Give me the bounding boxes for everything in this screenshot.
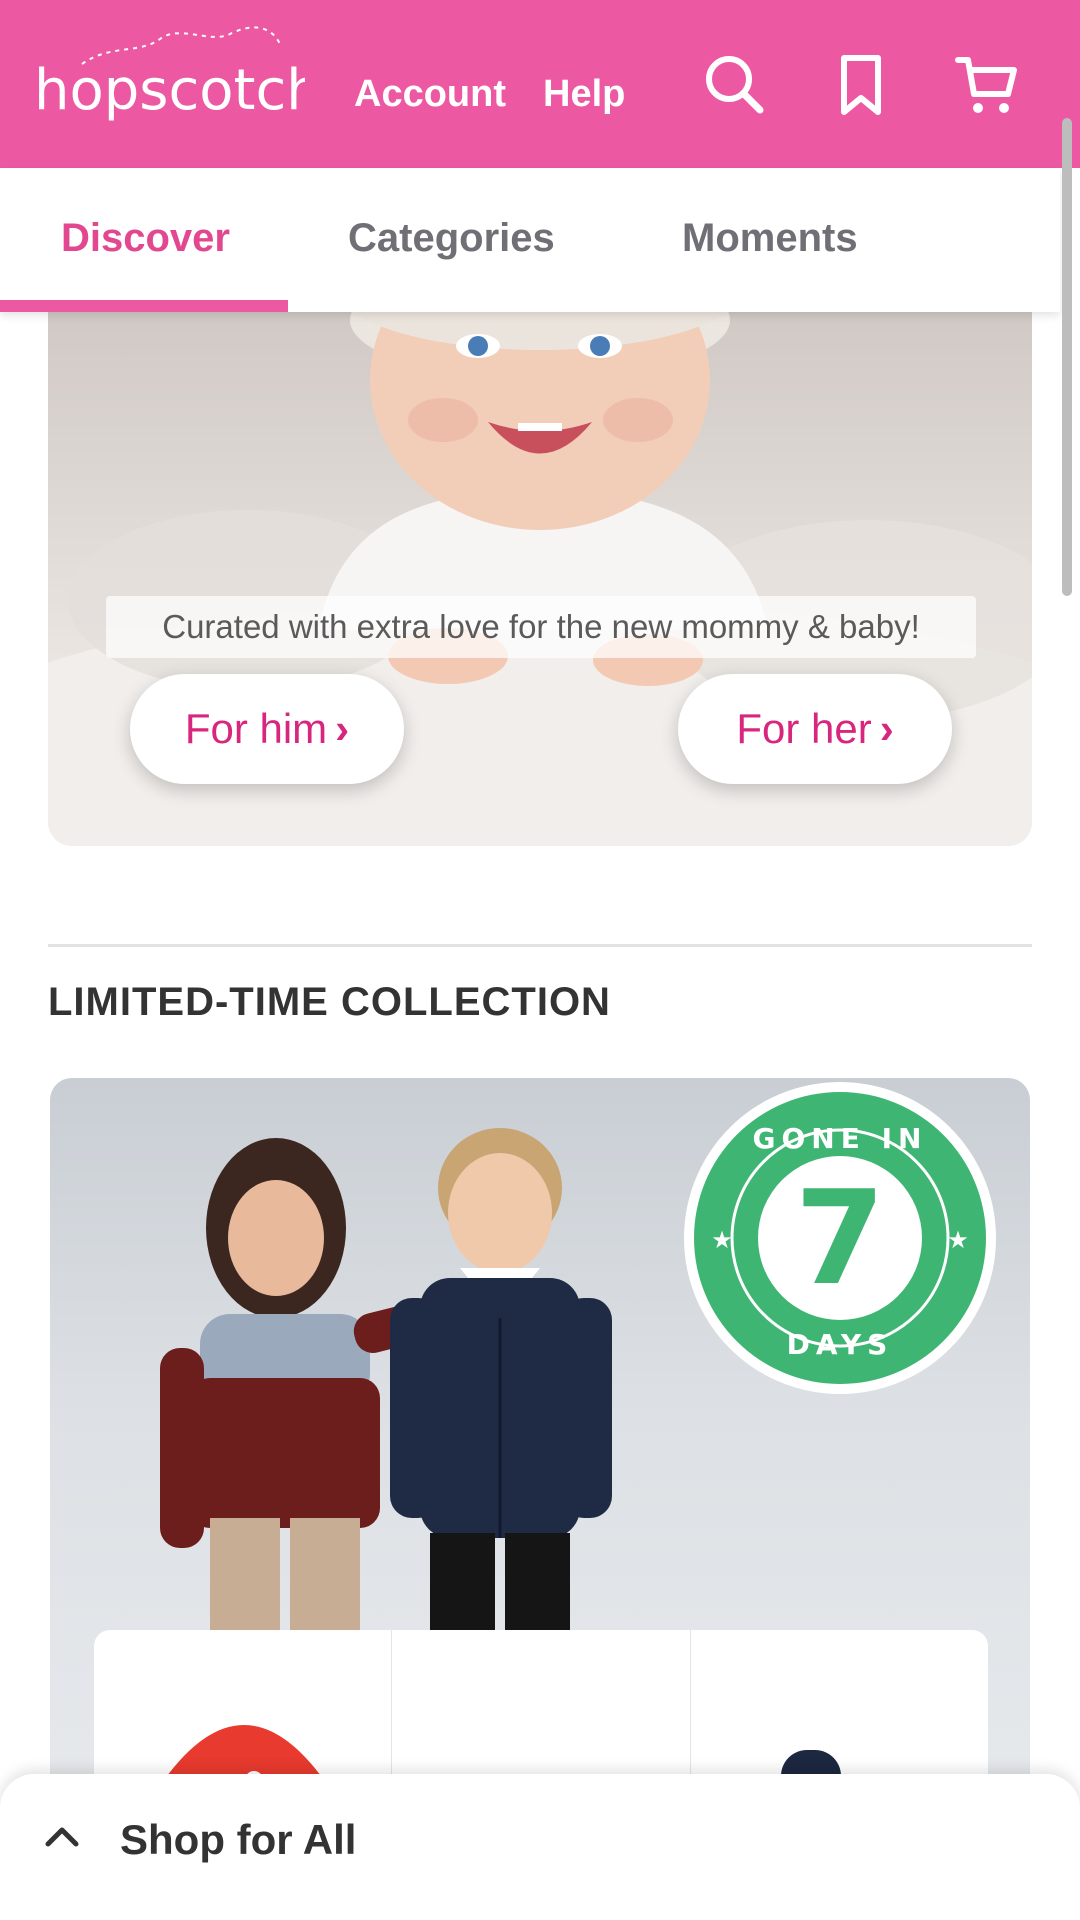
account-link[interactable]: Account: [354, 73, 506, 116]
svg-text:★: ★: [947, 1227, 969, 1254]
active-tab-indicator: [0, 300, 288, 312]
search-icon[interactable]: [700, 50, 770, 120]
cart-icon[interactable]: [952, 50, 1022, 120]
hero-banner[interactable]: Curated with extra love for the new momm…: [48, 300, 1032, 846]
svg-text:7: 7: [795, 1162, 885, 1314]
svg-text:GONE IN: GONE IN: [753, 1122, 928, 1155]
gone-in-7-days-badge: GONE IN 7 DAYS ★ ★: [684, 1082, 996, 1394]
for-her-button[interactable]: For her ›: [678, 674, 952, 784]
chevron-right-icon: ›: [335, 705, 350, 752]
tab-moments[interactable]: Moments: [682, 216, 858, 261]
svg-text:★: ★: [711, 1227, 733, 1254]
bookmark-icon[interactable]: [826, 50, 896, 120]
shop-for-all-label: Shop for All: [120, 1816, 357, 1863]
hero-caption: Curated with extra love for the new momm…: [106, 596, 976, 658]
for-him-button[interactable]: For him ›: [130, 674, 404, 784]
scrollbar[interactable]: [1062, 118, 1072, 596]
section-title: LIMITED-TIME COLLECTION: [48, 980, 611, 1024]
help-link[interactable]: Help: [543, 73, 625, 116]
for-him-label: For him: [184, 705, 328, 752]
for-her-label: For her: [736, 705, 872, 752]
tab-categories[interactable]: Categories: [348, 216, 555, 261]
tab-discover[interactable]: Discover: [61, 216, 230, 261]
section-divider: [48, 944, 1032, 947]
chevron-right-icon: ›: [879, 705, 894, 752]
svg-text:DAYS: DAYS: [787, 1328, 894, 1361]
shop-for-all-sheet[interactable]: Shop for All: [0, 1774, 1080, 1920]
hopscotch-logo[interactable]: hopscotch: [30, 14, 305, 134]
svg-text:hopscotch: hopscotch: [34, 58, 305, 123]
tab-bar: Discover Categories Moments: [0, 168, 1060, 312]
chevron-up-icon[interactable]: [40, 1814, 84, 1858]
app-header: hopscotch Account Help: [0, 0, 1080, 168]
